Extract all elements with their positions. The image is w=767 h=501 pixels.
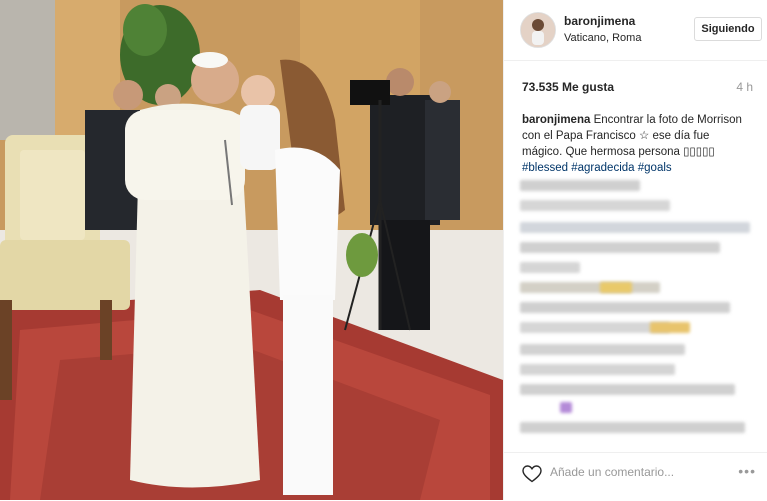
post-caption: baronjimena Encontrar la foto de Morriso… bbox=[522, 112, 752, 176]
post-photo bbox=[0, 0, 503, 500]
post-header: baronjimena Vaticano, Roma Siguiendo bbox=[504, 0, 767, 61]
avatar-image bbox=[521, 13, 555, 47]
photo-scene bbox=[0, 0, 503, 500]
comments-list-blurred bbox=[520, 178, 756, 438]
blurred-comment bbox=[650, 322, 690, 333]
post-time: 4 h bbox=[736, 80, 753, 94]
blurred-comment bbox=[560, 402, 572, 413]
blurred-comment bbox=[600, 282, 632, 293]
caption-username[interactable]: baronjimena bbox=[522, 114, 590, 126]
blurred-comment bbox=[520, 344, 685, 355]
blurred-comment bbox=[520, 302, 730, 313]
blurred-comment bbox=[520, 222, 750, 233]
likes-count[interactable]: 73.535 Me gusta bbox=[522, 80, 614, 94]
hashtag-link[interactable]: #agradecida bbox=[571, 162, 634, 174]
avatar[interactable] bbox=[520, 12, 556, 48]
comment-input[interactable]: Añade un comentario... bbox=[550, 465, 674, 479]
hashtag-link[interactable]: #goals bbox=[638, 162, 672, 174]
more-options-icon[interactable]: ••• bbox=[738, 463, 756, 479]
blurred-comment bbox=[520, 364, 675, 375]
blurred-comment bbox=[520, 422, 745, 433]
blurred-comment bbox=[520, 200, 670, 211]
blurred-comment bbox=[520, 262, 580, 273]
hashtag-link[interactable]: #blessed bbox=[522, 162, 568, 174]
post-side-panel: baronjimena Vaticano, Roma Siguiendo 73.… bbox=[503, 0, 767, 500]
post-location[interactable]: Vaticano, Roma bbox=[564, 32, 641, 44]
blurred-comment bbox=[520, 322, 670, 333]
blurred-comment bbox=[520, 242, 720, 253]
blurred-comment bbox=[520, 180, 640, 191]
heart-icon[interactable] bbox=[522, 465, 542, 488]
comment-bar: Añade un comentario... ••• bbox=[504, 452, 767, 501]
post-username[interactable]: baronjimena bbox=[564, 14, 635, 28]
blurred-comment bbox=[520, 282, 660, 293]
following-button[interactable]: Siguiendo bbox=[694, 17, 762, 41]
blurred-comment bbox=[520, 384, 735, 395]
